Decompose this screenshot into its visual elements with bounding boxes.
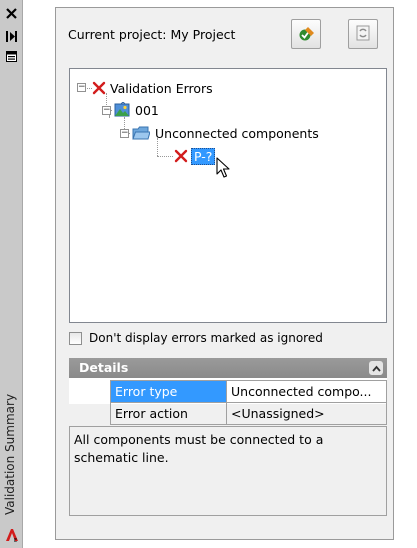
property-value: Unconnected compo...	[226, 380, 387, 403]
tree-node-label: P-?	[191, 147, 216, 165]
refresh-icon	[356, 25, 370, 44]
property-value: <Unassigned>	[226, 402, 387, 425]
svg-text:E: E	[14, 538, 17, 542]
mouse-cursor-icon	[216, 157, 232, 179]
validation-summary-panel: Current project: My Project − Validation…	[55, 7, 394, 540]
collapse-details-button[interactable]	[369, 361, 383, 375]
ignore-errors-option[interactable]: Don't display errors marked as ignored	[69, 331, 323, 345]
property-name: Error action	[110, 402, 227, 425]
red-x-icon	[92, 81, 106, 95]
table-row[interactable]: Error type Unconnected compo...	[110, 380, 387, 403]
red-x-icon	[174, 149, 188, 163]
collapse-toggle[interactable]: −	[120, 129, 129, 138]
autocad-electrical-icon: E	[4, 527, 19, 542]
tree-node-validation-errors[interactable]: Validation Errors	[92, 79, 213, 97]
ignore-errors-label: Don't display errors marked as ignored	[89, 331, 323, 345]
folder-icon	[132, 126, 150, 141]
palette-title: Validation Summary	[3, 393, 17, 515]
chevron-up-icon	[371, 365, 381, 372]
tree-node-drawing-001[interactable]: 001	[114, 101, 159, 119]
details-properties: Error type Unconnected compo... Error ac…	[69, 378, 387, 425]
validate-project-icon	[297, 24, 315, 45]
palette-title-strip: Validation Summary E	[0, 0, 23, 548]
refresh-button[interactable]	[348, 19, 378, 49]
validate-project-button[interactable]	[291, 19, 321, 49]
drawing-icon	[114, 102, 130, 118]
tree-node-label: Unconnected components	[155, 125, 319, 141]
close-icon[interactable]	[4, 6, 19, 21]
current-project-label: Current project: My Project	[68, 27, 236, 42]
validation-tree[interactable]: − Validation Errors − 001 − Unconnected …	[69, 68, 387, 323]
error-description: All components must be connected to a sc…	[69, 426, 387, 516]
ignore-errors-checkbox[interactable]	[69, 331, 82, 345]
table-row[interactable]: Error action <Unassigned>	[110, 402, 387, 425]
auto-hide-icon[interactable]	[4, 29, 19, 44]
tree-node-label: 001	[135, 102, 159, 118]
details-header[interactable]: Details	[69, 358, 387, 378]
collapse-toggle[interactable]: −	[77, 83, 86, 92]
collapse-toggle[interactable]: −	[102, 106, 111, 115]
tree-node-error-item[interactable]: P-?	[174, 147, 216, 165]
tree-node-unconnected-components[interactable]: Unconnected components	[132, 124, 319, 142]
tree-node-label: Validation Errors	[110, 80, 213, 96]
properties-table: Error type Unconnected compo... Error ac…	[110, 380, 387, 425]
details-title: Details	[79, 360, 129, 375]
property-name: Error type	[110, 380, 227, 403]
properties-icon[interactable]	[4, 49, 19, 64]
